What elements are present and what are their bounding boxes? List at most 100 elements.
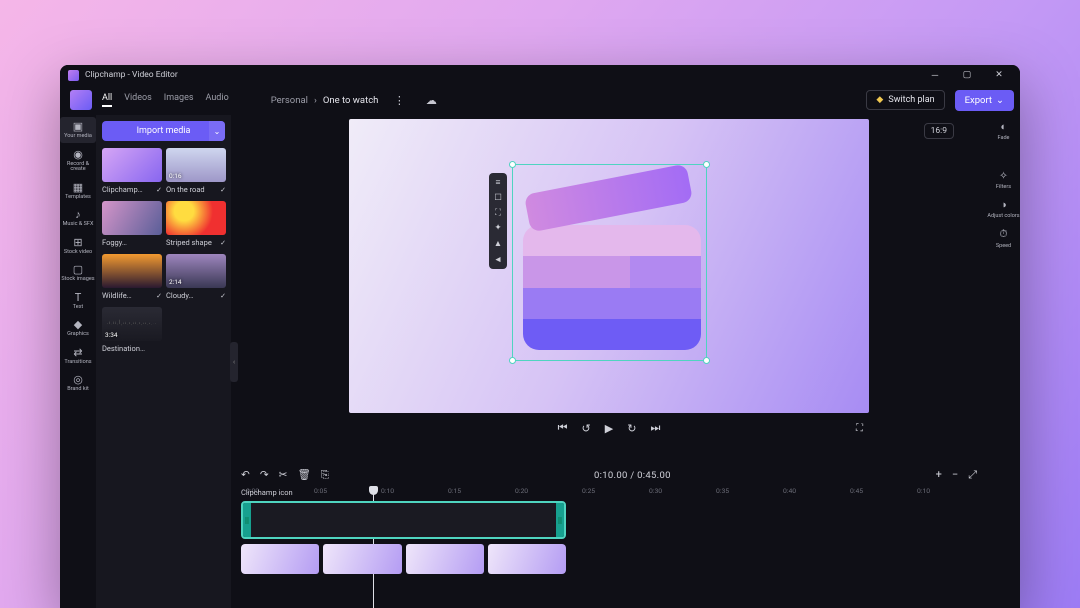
title-bar: Clipchamp - Video Editor ─ ▢ ✕ (60, 65, 1020, 85)
music-icon: ♪ (75, 209, 81, 220)
fullscreen-icon[interactable]: ⛶ (856, 423, 863, 434)
selection-box[interactable] (512, 164, 707, 361)
preview-canvas[interactable]: 16:9 ≡ ☐ ⛶ ✦ ▲ ◄ (349, 119, 869, 413)
check-icon: ✓ (156, 292, 162, 300)
canvas-zone: 16:9 ≡ ☐ ⛶ ✦ ▲ ◄ (231, 115, 987, 463)
zoom-fit-button[interactable]: ⤢ (968, 468, 977, 482)
tab-videos[interactable]: Videos (124, 93, 152, 107)
breadcrumb-current[interactable]: One to watch (323, 95, 379, 106)
nav-stock-video[interactable]: ⊞Stock video (60, 233, 96, 259)
filters-icon: ✧ (999, 169, 1008, 182)
clipchamp-logo-icon[interactable] (70, 90, 92, 110)
pip-icon[interactable]: ✦ (494, 223, 501, 233)
cut-button[interactable]: ✂ (279, 468, 288, 482)
crop-icon[interactable]: ☐ (494, 193, 502, 203)
maximize-button[interactable]: ▢ (954, 65, 980, 85)
app-icon (68, 70, 79, 81)
media-thumb[interactable]: 0:16 On the road✓ (166, 148, 226, 194)
record-icon: ◉ (73, 149, 83, 160)
timeline: ↶ ↷ ✂ 🗑 ⎘ 0:10.00 / 0:45.00 + − ⤢ (231, 463, 987, 608)
transitions-icon: ⇄ (73, 347, 82, 358)
timeline-clip-video[interactable]: || || (241, 501, 566, 539)
stock-video-icon: ⊞ (73, 237, 82, 248)
media-panel: Import media ⌄ Clipchamp…✓ 0:16 On the r… (96, 115, 231, 608)
resize-handle[interactable] (703, 357, 710, 364)
cloud-sync-icon[interactable]: ☁ (420, 89, 442, 111)
media-thumb[interactable]: 2:14 Cloudy…✓ (166, 254, 226, 300)
clip-trim-left[interactable]: || (243, 503, 251, 537)
zoom-in-button[interactable]: + (936, 468, 942, 482)
nav-templates[interactable]: ▦Templates (60, 178, 96, 204)
adjust-colors-icon: ◑ (1000, 198, 1006, 211)
play-button[interactable]: ▶ (605, 422, 613, 435)
warning-icon[interactable]: ▲ (494, 238, 502, 249)
fit-icon[interactable]: ⛶ (495, 208, 501, 218)
fade-icon: ◐ (1000, 120, 1006, 133)
redo-button[interactable]: ↷ (260, 468, 269, 482)
rail-adjust-colors[interactable]: ◑Adjust colors (987, 195, 1020, 222)
close-button[interactable]: ✕ (986, 65, 1012, 85)
skip-start-icon[interactable]: ⏮ (558, 421, 568, 435)
right-rail: ◐Fade ✧Filters ◑Adjust colors ⏱Speed (987, 115, 1020, 608)
resize-handle[interactable] (509, 357, 516, 364)
tab-all[interactable]: All (102, 93, 112, 107)
templates-icon: ▦ (73, 182, 83, 193)
breadcrumb: Personal › One to watch (271, 95, 379, 106)
media-thumb[interactable]: 3:34 Destination… (102, 307, 162, 353)
switch-plan-button[interactable]: ◆ Switch plan (866, 90, 944, 110)
playback-controls: ⏮ ↺ ▶ ↻ ⏭ ⛶ (349, 413, 869, 443)
check-icon: ✓ (220, 239, 226, 247)
undo-button[interactable]: ↶ (241, 468, 250, 482)
check-icon: ✓ (156, 186, 162, 194)
media-thumb[interactable]: Striped shape✓ (166, 201, 226, 247)
media-thumb[interactable]: Wildlife…✓ (102, 254, 162, 300)
rail-speed[interactable]: ⏱Speed (987, 224, 1020, 252)
rail-filters[interactable]: ✧Filters (987, 166, 1020, 193)
chevron-down-icon: ⌄ (996, 95, 1004, 106)
panel-collapse-handle[interactable]: ‹ (230, 342, 238, 382)
nav-text[interactable]: TText (60, 288, 96, 314)
brand-kit-icon: ◎ (73, 374, 83, 385)
clip-trim-right[interactable]: || (556, 503, 564, 537)
nav-graphics[interactable]: ◆Graphics (60, 315, 96, 341)
import-media-button[interactable]: Import media ⌄ (102, 121, 225, 141)
split-button[interactable]: ⎘ (321, 468, 329, 482)
layers-icon[interactable]: ≡ (496, 177, 501, 188)
tab-images[interactable]: Images (164, 93, 194, 107)
media-icon: ▣ (73, 121, 83, 132)
minimize-button[interactable]: ─ (922, 65, 948, 85)
audio-icon[interactable]: ◄ (494, 254, 502, 265)
chevron-right-icon: › (314, 95, 317, 106)
nav-brand-kit[interactable]: ◎Brand kit (60, 370, 96, 396)
nav-record-create[interactable]: ◉Record & create (60, 145, 96, 176)
timecode: 0:10.00 / 0:45.00 (339, 470, 925, 481)
frame-back-icon[interactable]: ↺ (582, 422, 591, 435)
frame-forward-icon[interactable]: ↻ (627, 422, 636, 435)
export-button[interactable]: Export ⌄ (955, 90, 1014, 111)
nav-transitions[interactable]: ⇄Transitions (60, 343, 96, 369)
timeline-clip-secondary[interactable] (241, 544, 566, 574)
resize-handle[interactable] (703, 161, 710, 168)
media-thumb[interactable]: Foggy… (102, 201, 162, 247)
media-tabs: All Videos Images Audio (102, 93, 229, 107)
nav-music-sfx[interactable]: ♪Music & SFX (60, 205, 96, 231)
app-window: Clipchamp - Video Editor ─ ▢ ✕ All Video… (60, 65, 1020, 608)
more-icon[interactable]: ⋮ (388, 89, 410, 111)
delete-button[interactable]: 🗑 (297, 468, 310, 482)
media-thumb[interactable]: Clipchamp…✓ (102, 148, 162, 194)
tab-audio[interactable]: Audio (206, 93, 229, 107)
timeline-ruler[interactable]: 0:00 0:05 0:10 0:15 0:20 0:25 0:30 0:35 … (241, 487, 977, 499)
nav-stock-images[interactable]: ▢Stock images (60, 260, 96, 286)
resize-handle[interactable] (509, 161, 516, 168)
top-bar: All Videos Images Audio Personal › One t… (60, 85, 1020, 115)
skip-end-icon[interactable]: ⏭ (650, 421, 660, 435)
check-icon: ✓ (220, 292, 226, 300)
nav-your-media[interactable]: ▣Your media (60, 117, 96, 143)
zoom-out-button[interactable]: − (952, 468, 958, 482)
left-nav: ▣Your media ◉Record & create ▦Templates … (60, 115, 96, 608)
rail-fade[interactable]: ◐Fade (987, 117, 1020, 144)
aspect-ratio-selector[interactable]: 16:9 (924, 123, 954, 139)
breadcrumb-root[interactable]: Personal (271, 95, 308, 106)
chevron-down-icon[interactable]: ⌄ (209, 121, 225, 141)
window-title: Clipchamp - Video Editor (85, 70, 178, 80)
